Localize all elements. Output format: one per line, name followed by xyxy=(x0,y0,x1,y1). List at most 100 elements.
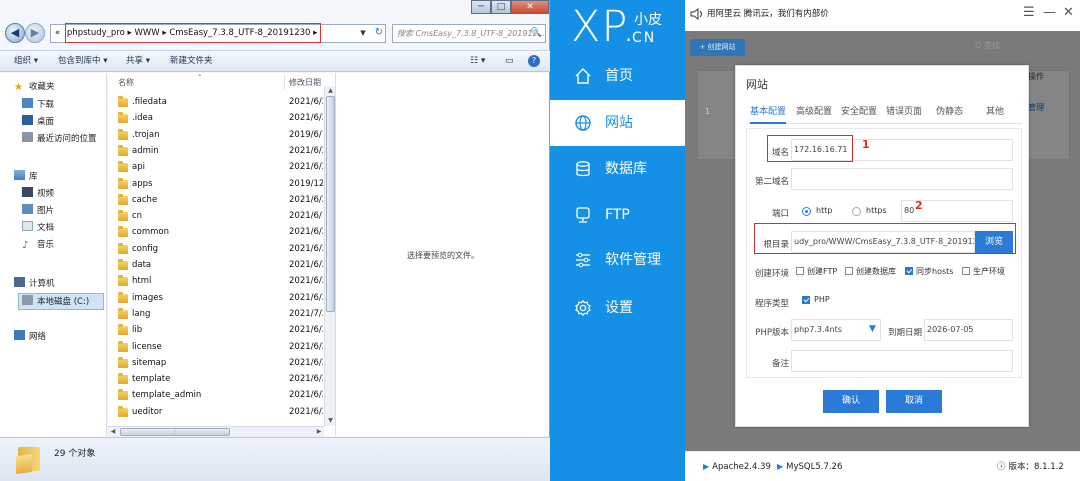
find-button[interactable]: Q 查找 xyxy=(975,40,1000,51)
tab-error-pages[interactable]: 错误页面 xyxy=(886,104,922,124)
tab-basic[interactable]: 基本配置 xyxy=(750,104,787,124)
scroll-left-icon[interactable]: ◀ xyxy=(108,427,118,437)
close-button[interactable]: ✕ xyxy=(511,0,549,14)
file-row[interactable]: cache 2021/6/2 xyxy=(108,192,323,208)
create-site-button[interactable]: + 创建网站 xyxy=(690,39,745,56)
sync-hosts-checkbox[interactable] xyxy=(905,267,913,275)
file-row[interactable]: cn 2021/6/1 xyxy=(108,208,323,224)
file-row[interactable]: .idea 2021/6/2 xyxy=(108,110,323,126)
search-icon[interactable]: 🔍 xyxy=(531,25,542,42)
expire-date-input[interactable]: 2026-07-05 xyxy=(924,319,1013,341)
file-row[interactable]: ueditor 2021/6/2 xyxy=(108,404,323,420)
view-options-icon[interactable]: ☷ ▾ xyxy=(470,54,485,68)
second-domain-input[interactable] xyxy=(791,168,1013,190)
tab-advanced[interactable]: 高级配置 xyxy=(796,104,832,124)
file-row[interactable]: template_admin 2021/6/2 xyxy=(108,387,323,403)
sidebar-item-settings[interactable]: 设置 xyxy=(550,285,685,331)
php-version-select[interactable]: php7.3.4nts xyxy=(791,319,881,341)
create-db-checkbox[interactable] xyxy=(845,267,853,275)
file-name: api xyxy=(132,162,145,173)
file-name: template_admin xyxy=(132,390,202,401)
minimize-icon[interactable]: — xyxy=(1043,5,1056,21)
column-header-name[interactable]: 名称 xyxy=(118,73,134,92)
php-checkbox[interactable] xyxy=(802,296,810,304)
sidebar-item-ftp[interactable]: FTP xyxy=(550,192,685,238)
forward-button[interactable]: ▶ xyxy=(25,23,45,43)
http-radio[interactable] xyxy=(802,207,811,216)
tab-security[interactable]: 安全配置 xyxy=(841,104,877,124)
file-name: lang xyxy=(132,308,151,319)
preview-pane: 选择要预览的文件。 xyxy=(335,73,549,436)
nav-videos[interactable]: 视频 xyxy=(22,186,54,203)
apache-status[interactable]: ▶ Apache2.4.39 xyxy=(703,461,771,473)
remark-input[interactable] xyxy=(791,350,1013,372)
new-folder-button[interactable]: 新建文件夹 xyxy=(170,51,213,71)
file-row[interactable]: .trojan 2019/6/1 xyxy=(108,127,323,143)
scroll-right-icon[interactable]: ▶ xyxy=(314,427,324,437)
production-env-checkbox[interactable] xyxy=(962,267,970,275)
nav-favorites[interactable]: ★ 收藏夹 xyxy=(14,79,55,96)
sidebar-item-software[interactable]: 软件管理 xyxy=(550,237,685,283)
file-row[interactable]: api 2021/6/2 xyxy=(108,159,323,175)
sidebar-item-home[interactable]: 首页 xyxy=(550,53,685,99)
organize-menu[interactable]: 组织 ▾ xyxy=(14,51,38,71)
file-row[interactable]: license 2021/6/2 xyxy=(108,339,323,355)
nav-local-disk[interactable]: 本地磁盘 (C:) xyxy=(18,293,104,310)
nav-network[interactable]: 网络 xyxy=(14,329,46,346)
nav-recent[interactable]: 最近访问的位置 xyxy=(22,131,97,148)
horizontal-scrollbar[interactable]: ◀ ⋮ ▶ xyxy=(108,426,324,437)
column-header-date[interactable]: 修改日期 xyxy=(289,73,321,92)
maximize-button[interactable]: □ xyxy=(491,0,511,14)
nav-computer[interactable]: 计算机 xyxy=(14,276,55,293)
include-library-menu[interactable]: 包含到库中 ▾ xyxy=(58,51,107,71)
file-row[interactable]: apps 2019/12/ xyxy=(108,176,323,192)
tab-rewrite[interactable]: 伪静态 xyxy=(936,104,963,124)
file-row[interactable]: config 2021/6/2 xyxy=(108,241,323,257)
file-row[interactable]: .filedata 2021/6/2 xyxy=(108,94,323,110)
file-row[interactable]: lib 2021/6/2 xyxy=(108,322,323,338)
scroll-thumb[interactable] xyxy=(326,96,335,312)
file-row[interactable]: sitemap 2021/6/2 xyxy=(108,355,323,371)
dropdown-arrow-icon[interactable]: ▼ xyxy=(869,324,876,334)
refresh-icon[interactable]: ↻ xyxy=(371,24,387,43)
file-row[interactable]: template 2021/6/2 xyxy=(108,371,323,387)
promo-notice[interactable]: 用阿里云 腾讯云，我们有内部价 xyxy=(707,8,829,20)
file-row[interactable]: admin 2021/6/2 xyxy=(108,143,323,159)
file-row[interactable]: data 2021/6/2 xyxy=(108,257,323,273)
http-label: http xyxy=(816,206,833,215)
https-radio[interactable] xyxy=(852,207,861,216)
explorer-toolbar: 组织 ▾ 包含到库中 ▾ 共享 ▾ 新建文件夹 ☷ ▾ ▭ ? xyxy=(0,50,550,72)
nav-desktop[interactable]: 桌面 xyxy=(22,114,54,131)
version-info: ⓘ 版本：8.1.1.2 xyxy=(997,462,1064,472)
manage-link[interactable]: 管理 xyxy=(1028,102,1044,113)
confirm-button[interactable]: 确认 xyxy=(823,390,879,413)
back-button[interactable]: ◀ xyxy=(5,23,25,43)
create-ftp-checkbox[interactable] xyxy=(796,267,804,275)
address-dropdown-icon[interactable]: ▼ xyxy=(356,24,370,43)
sidebar-item-database[interactable]: 数据库 xyxy=(550,146,685,192)
nav-libraries[interactable]: 库 xyxy=(14,169,38,186)
help-icon[interactable]: ? xyxy=(528,55,540,67)
share-menu[interactable]: 共享 ▾ xyxy=(126,51,150,71)
preview-pane-icon[interactable]: ▭ xyxy=(505,54,514,68)
file-row[interactable]: html 2021/6/2 xyxy=(108,273,323,289)
tab-other[interactable]: 其他 xyxy=(986,104,1004,124)
nav-downloads[interactable]: 下载 xyxy=(22,97,54,114)
vertical-scrollbar[interactable]: ▲ ▼ xyxy=(324,86,335,426)
mysql-status[interactable]: ▶ MySQL5.7.26 xyxy=(777,461,842,473)
menu-icon[interactable]: ☰ xyxy=(1023,5,1035,21)
file-row[interactable]: lang 2021/7/2 xyxy=(108,306,323,322)
hscroll-thumb[interactable]: ⋮ xyxy=(120,428,230,436)
minimize-button[interactable]: ─ xyxy=(471,0,491,14)
database-icon xyxy=(576,161,590,177)
file-row[interactable]: images 2021/6/2 xyxy=(108,290,323,306)
sidebar-item-website[interactable]: 网站 xyxy=(550,100,685,146)
nav-pictures[interactable]: 图片 xyxy=(22,203,54,220)
nav-documents[interactable]: 文档 xyxy=(22,220,54,237)
file-row[interactable]: common 2021/6/2 xyxy=(108,224,323,240)
search-input[interactable]: 搜索 CmsEasy_7.3.8_UTF-8_201912... 🔍 xyxy=(392,24,546,43)
close-icon[interactable]: ✕ xyxy=(1063,5,1074,21)
address-prefix: « xyxy=(55,28,61,38)
cancel-button[interactable]: 取消 xyxy=(886,390,942,413)
nav-music[interactable]: ♪ 音乐 xyxy=(22,237,54,254)
